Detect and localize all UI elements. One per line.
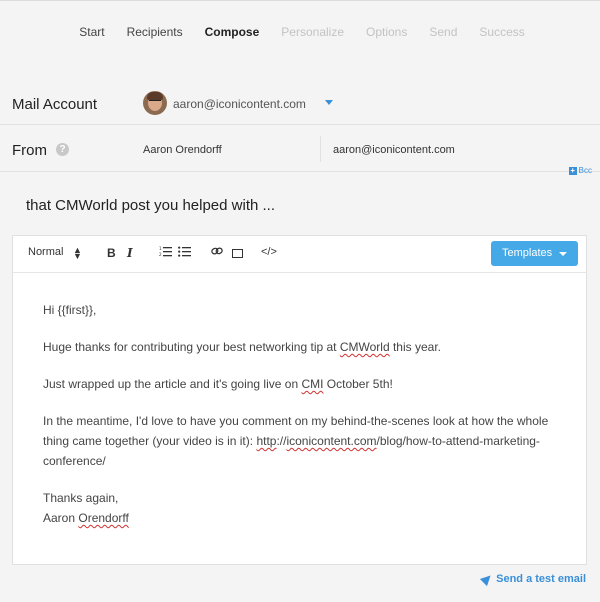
- ordered-list-icon[interactable]: 12: [159, 246, 172, 260]
- mail-account-email[interactable]: aaron@iconicontent.com: [173, 97, 306, 111]
- wizard-steps: Start Recipients Compose Personalize Opt…: [0, 0, 600, 62]
- step-send[interactable]: Send: [429, 25, 457, 39]
- body-paragraph: In the meantime, I'd love to have you co…: [43, 414, 549, 468]
- svg-text:2: 2: [159, 252, 162, 257]
- email-body[interactable]: Hi {{first}}, Huge thanks for contributi…: [43, 300, 563, 528]
- from-row: From ? Aaron Orendorff aaron@iconiconten…: [0, 126, 600, 172]
- italic-button[interactable]: I: [127, 246, 133, 260]
- mail-account-label: Mail Account: [12, 96, 98, 113]
- link-icon[interactable]: [211, 246, 223, 259]
- avatar: [143, 91, 167, 115]
- step-options[interactable]: Options: [366, 25, 407, 39]
- select-arrows-icon[interactable]: ▲ ▼: [73, 246, 82, 261]
- chevron-down-icon: [559, 252, 567, 256]
- from-email-field[interactable]: aaron@iconicontent.com: [333, 144, 455, 156]
- signature: Thanks again, Aaron Orendorff: [43, 491, 129, 525]
- plus-icon: +: [568, 165, 577, 175]
- bullet-list-icon[interactable]: [178, 246, 191, 260]
- from-name-field[interactable]: Aaron Orendorff: [143, 144, 222, 156]
- body-paragraph: Huge thanks for contributing your best n…: [43, 340, 441, 354]
- step-start[interactable]: Start: [79, 25, 104, 39]
- send-test-email-label: Send a test email: [496, 573, 586, 585]
- send-test-email-link[interactable]: Send a test email: [480, 571, 586, 587]
- editor-toolbar: Normal ▲ ▼ B I 12 </> Templates: [13, 236, 586, 273]
- mail-account-row: Mail Account aaron@iconicontent.com: [0, 85, 600, 125]
- chevron-down-icon[interactable]: [325, 100, 333, 105]
- templates-label: Templates: [502, 247, 553, 259]
- format-select[interactable]: Normal: [28, 246, 63, 258]
- subject-input[interactable]: that CMWorld post you helped with ...: [26, 197, 275, 214]
- step-compose[interactable]: Compose: [205, 25, 260, 39]
- step-recipients[interactable]: Recipients: [127, 25, 183, 39]
- image-icon[interactable]: [232, 246, 243, 260]
- greeting: Hi {{first}},: [43, 303, 97, 317]
- email-editor: Normal ▲ ▼ B I 12 </> Templates Hi {{firs…: [12, 235, 587, 565]
- code-button[interactable]: </>: [261, 246, 277, 258]
- help-icon[interactable]: ?: [56, 143, 69, 156]
- divider: [320, 136, 321, 162]
- templates-button[interactable]: Templates: [491, 241, 578, 266]
- step-personalize[interactable]: Personalize: [281, 25, 344, 39]
- bold-button[interactable]: B: [107, 246, 116, 260]
- bcc-label: Bcc: [578, 166, 592, 175]
- bcc-button[interactable]: + Bcc: [568, 165, 592, 175]
- svg-text:1: 1: [159, 246, 162, 251]
- paper-plane-icon: [480, 571, 495, 587]
- body-paragraph: Just wrapped up the article and it's goi…: [43, 377, 393, 391]
- from-label: From: [12, 142, 47, 159]
- step-success[interactable]: Success: [479, 25, 524, 39]
